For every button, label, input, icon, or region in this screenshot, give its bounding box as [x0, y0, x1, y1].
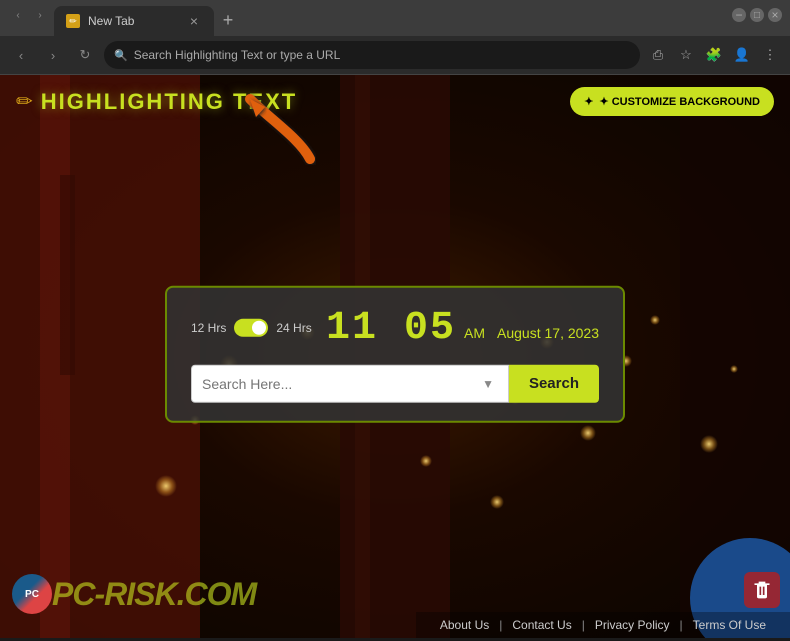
- pencil-icon: ✏: [16, 89, 33, 114]
- chevron-buttons: ‹ ›: [8, 5, 50, 25]
- search-button[interactable]: Search: [509, 364, 599, 402]
- light-9: [650, 315, 660, 325]
- chevron-left[interactable]: ‹: [8, 5, 28, 25]
- search-input-wrap: ▼: [191, 364, 509, 402]
- light-10: [700, 435, 718, 453]
- tab-favicon: ✏: [66, 14, 80, 28]
- tab-title: New Tab: [88, 14, 178, 28]
- share-icon[interactable]: ⎙: [646, 43, 670, 67]
- clock-display: 11 05 AM August 17, 2023: [326, 305, 599, 350]
- toolbar: ‹ › ↻ 🔍 Search Highlighting Text or type…: [0, 36, 790, 74]
- terms-of-use-link[interactable]: Terms Of Use: [683, 618, 776, 632]
- close-button[interactable]: ×: [768, 8, 782, 22]
- address-text: Search Highlighting Text or type a URL: [134, 48, 630, 62]
- page-content: ✏ HIGHLIGHTING TEXT ✦ ✦ CUSTOMIZE BACKGR…: [0, 75, 790, 638]
- forward-button[interactable]: ›: [40, 42, 66, 68]
- light-11: [730, 365, 738, 373]
- customize-icon: ✦: [584, 95, 593, 108]
- address-bar[interactable]: 🔍 Search Highlighting Text or type a URL: [104, 41, 640, 69]
- privacy-policy-link[interactable]: Privacy Policy: [585, 618, 680, 632]
- toggle-knob: [252, 321, 266, 335]
- dropdown-arrow-icon[interactable]: ▼: [478, 372, 498, 394]
- search-row: ▼ Search: [191, 364, 599, 402]
- light-12: [155, 475, 177, 497]
- back-button[interactable]: ‹: [8, 42, 34, 68]
- menu-icon[interactable]: ⋮: [758, 43, 782, 67]
- toolbar-actions: ⎙ ☆ 🧩 👤 ⋮: [646, 43, 782, 67]
- browser-tab[interactable]: ✏ New Tab ×: [54, 6, 214, 36]
- trash-button[interactable]: [744, 572, 780, 608]
- trash-icon: [752, 580, 772, 600]
- clock-row: 12 Hrs 24 Hrs 11 05 AM August 17, 2023: [191, 305, 599, 350]
- maximize-button[interactable]: □: [750, 8, 764, 22]
- search-widget: 12 Hrs 24 Hrs 11 05 AM August 17, 2023 ▼…: [165, 285, 625, 422]
- 12hr-label: 12 Hrs: [191, 321, 226, 335]
- refresh-button[interactable]: ↻: [72, 42, 98, 68]
- tab-close-button[interactable]: ×: [186, 13, 202, 29]
- browser-chrome: ‹ › ✏ New Tab × + − □ × ‹ › ↻ 🔍 Search H…: [0, 0, 790, 75]
- 24hr-label: 24 Hrs: [276, 321, 311, 335]
- contact-us-link[interactable]: Contact Us: [502, 618, 581, 632]
- window-controls: − □ ×: [732, 8, 782, 22]
- extensions-icon[interactable]: 🧩: [702, 43, 726, 67]
- new-tab-button[interactable]: +: [214, 6, 242, 34]
- clock-ampm: AM: [464, 324, 485, 340]
- profile-icon[interactable]: 👤: [730, 43, 754, 67]
- clock-time: 11 05: [326, 305, 456, 350]
- watermark-logo-circle: PC: [12, 574, 52, 614]
- about-us-link[interactable]: About Us: [430, 618, 499, 632]
- chevron-right[interactable]: ›: [30, 5, 50, 25]
- customize-background-button[interactable]: ✦ ✦ CUSTOMIZE BACKGROUND: [570, 87, 774, 116]
- footer-links: About Us | Contact Us | Privacy Policy |…: [416, 612, 790, 638]
- minimize-button[interactable]: −: [732, 8, 746, 22]
- bottom-watermark: PC PC-RISK.COM: [0, 568, 268, 620]
- light-7: [580, 425, 596, 441]
- watermark-logo-text: PC: [25, 589, 39, 600]
- title-bar: ‹ › ✏ New Tab × + − □ ×: [0, 0, 790, 36]
- arrow-indicator: [240, 89, 330, 174]
- light-14: [490, 495, 504, 509]
- search-input[interactable]: [202, 375, 472, 391]
- clock-date: August 17, 2023: [497, 324, 599, 340]
- time-format-toggle: 12 Hrs 24 Hrs: [191, 319, 312, 337]
- search-icon: 🔍: [114, 49, 128, 62]
- watermark-brand: PC-RISK.COM: [52, 576, 256, 613]
- bookmark-icon[interactable]: ☆: [674, 43, 698, 67]
- time-toggle[interactable]: [234, 319, 268, 337]
- customize-label: ✦ CUSTOMIZE BACKGROUND: [599, 95, 760, 108]
- page-header: ✏ HIGHLIGHTING TEXT ✦ ✦ CUSTOMIZE BACKGR…: [0, 75, 790, 128]
- light-15: [420, 455, 432, 467]
